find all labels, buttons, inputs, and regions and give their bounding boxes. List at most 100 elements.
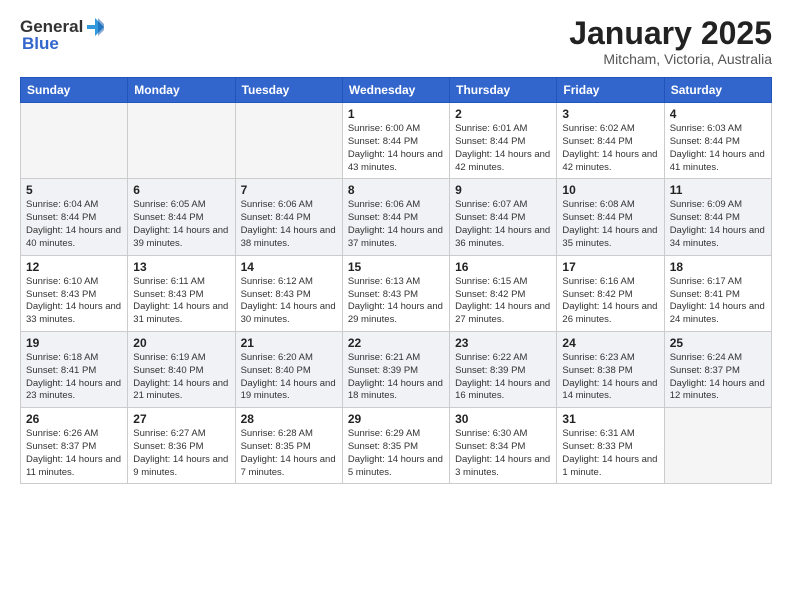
day-cell: 31 Sunrise: 6:31 AMSunset: 8:33 PMDayligh…	[557, 408, 664, 484]
day-info: Sunrise: 6:00 AMSunset: 8:44 PMDaylight:…	[348, 123, 444, 174]
day-number: 28	[241, 412, 337, 426]
day-header-saturday: Saturday	[664, 78, 771, 103]
day-info: Sunrise: 6:24 AMSunset: 8:37 PMDaylight:…	[670, 352, 766, 403]
day-number: 12	[26, 260, 122, 274]
day-info: Sunrise: 6:21 AMSunset: 8:39 PMDaylight:…	[348, 352, 444, 403]
day-info: Sunrise: 6:13 AMSunset: 8:43 PMDaylight:…	[348, 276, 444, 327]
day-cell	[664, 408, 771, 484]
day-number: 25	[670, 336, 766, 350]
day-cell: 15Sunrise: 6:13 AMSunset: 8:43 PMDayligh…	[342, 255, 449, 331]
title-block: January 2025 Mitcham, Victoria, Australi…	[569, 16, 772, 67]
day-cell: 27 Sunrise: 6:27 AMSunset: 8:36 PMDayligh…	[128, 408, 235, 484]
day-cell: 1 Sunrise: 6:00 AMSunset: 8:44 PMDaylight…	[342, 103, 449, 179]
day-number: 13	[133, 260, 229, 274]
day-cell: 17 Sunrise: 6:16 AMSunset: 8:42 PMDayligh…	[557, 255, 664, 331]
day-header-friday: Friday	[557, 78, 664, 103]
day-info: Sunrise: 6:06 AMSunset: 8:44 PMDaylight:…	[241, 199, 337, 250]
week-row-1: 1 Sunrise: 6:00 AMSunset: 8:44 PMDaylight…	[21, 103, 772, 179]
day-info: Sunrise: 6:22 AMSunset: 8:39 PMDaylight:…	[455, 352, 551, 403]
day-cell: 16 Sunrise: 6:15 AMSunset: 8:42 PMDayligh…	[450, 255, 557, 331]
day-cell: 22 Sunrise: 6:21 AMSunset: 8:39 PMDayligh…	[342, 331, 449, 407]
day-number: 17	[562, 260, 658, 274]
day-info: Sunrise: 6:05 AMSunset: 8:44 PMDaylight:…	[133, 199, 229, 250]
day-cell: 8 Sunrise: 6:06 AMSunset: 8:44 PMDaylight…	[342, 179, 449, 255]
day-number: 30	[455, 412, 551, 426]
day-info: Sunrise: 6:26 AMSunset: 8:37 PMDaylight:…	[26, 428, 122, 479]
day-cell: 19 Sunrise: 6:18 AMSunset: 8:41 PMDayligh…	[21, 331, 128, 407]
day-number: 18	[670, 260, 766, 274]
day-cell: 7 Sunrise: 6:06 AMSunset: 8:44 PMDaylight…	[235, 179, 342, 255]
header-row: SundayMondayTuesdayWednesdayThursdayFrid…	[21, 78, 772, 103]
subtitle: Mitcham, Victoria, Australia	[569, 51, 772, 67]
day-number: 5	[26, 183, 122, 197]
day-number: 6	[133, 183, 229, 197]
day-info: Sunrise: 6:30 AMSunset: 8:34 PMDaylight:…	[455, 428, 551, 479]
day-number: 1	[348, 107, 444, 121]
week-row-5: 26 Sunrise: 6:26 AMSunset: 8:37 PMDayligh…	[21, 408, 772, 484]
day-number: 14	[241, 260, 337, 274]
day-number: 26	[26, 412, 122, 426]
day-cell	[235, 103, 342, 179]
day-cell: 6 Sunrise: 6:05 AMSunset: 8:44 PMDaylight…	[128, 179, 235, 255]
day-header-tuesday: Tuesday	[235, 78, 342, 103]
day-info: Sunrise: 6:06 AMSunset: 8:44 PMDaylight:…	[348, 199, 444, 250]
day-cell: 5 Sunrise: 6:04 AMSunset: 8:44 PMDaylight…	[21, 179, 128, 255]
day-info: Sunrise: 6:15 AMSunset: 8:42 PMDaylight:…	[455, 276, 551, 327]
day-number: 2	[455, 107, 551, 121]
day-number: 20	[133, 336, 229, 350]
day-number: 7	[241, 183, 337, 197]
day-info: Sunrise: 6:03 AMSunset: 8:44 PMDaylight:…	[670, 123, 766, 174]
main-title: January 2025	[569, 16, 772, 51]
day-info: Sunrise: 6:07 AMSunset: 8:44 PMDaylight:…	[455, 199, 551, 250]
day-number: 27	[133, 412, 229, 426]
day-number: 31	[562, 412, 658, 426]
week-row-4: 19 Sunrise: 6:18 AMSunset: 8:41 PMDayligh…	[21, 331, 772, 407]
day-info: Sunrise: 6:17 AMSunset: 8:41 PMDaylight:…	[670, 276, 766, 327]
week-row-3: 12 Sunrise: 6:10 AMSunset: 8:43 PMDayligh…	[21, 255, 772, 331]
day-info: Sunrise: 6:16 AMSunset: 8:42 PMDaylight:…	[562, 276, 658, 327]
day-number: 23	[455, 336, 551, 350]
day-info: Sunrise: 6:23 AMSunset: 8:38 PMDaylight:…	[562, 352, 658, 403]
page: General Blue January 2025 Mitcham, Victo…	[0, 0, 792, 612]
day-number: 19	[26, 336, 122, 350]
day-info: Sunrise: 6:28 AMSunset: 8:35 PMDaylight:…	[241, 428, 337, 479]
day-number: 16	[455, 260, 551, 274]
day-cell: 9Sunrise: 6:07 AMSunset: 8:44 PMDaylight…	[450, 179, 557, 255]
day-info: Sunrise: 6:18 AMSunset: 8:41 PMDaylight:…	[26, 352, 122, 403]
day-cell: 11 Sunrise: 6:09 AMSunset: 8:44 PMDayligh…	[664, 179, 771, 255]
logo-flag-icon	[84, 16, 106, 38]
day-info: Sunrise: 6:27 AMSunset: 8:36 PMDaylight:…	[133, 428, 229, 479]
day-cell: 4 Sunrise: 6:03 AMSunset: 8:44 PMDaylight…	[664, 103, 771, 179]
day-cell: 25 Sunrise: 6:24 AMSunset: 8:37 PMDayligh…	[664, 331, 771, 407]
day-info: Sunrise: 6:02 AMSunset: 8:44 PMDaylight:…	[562, 123, 658, 174]
day-number: 11	[670, 183, 766, 197]
day-number: 3	[562, 107, 658, 121]
week-row-2: 5 Sunrise: 6:04 AMSunset: 8:44 PMDaylight…	[21, 179, 772, 255]
day-header-monday: Monday	[128, 78, 235, 103]
day-info: Sunrise: 6:04 AMSunset: 8:44 PMDaylight:…	[26, 199, 122, 250]
day-info: Sunrise: 6:10 AMSunset: 8:43 PMDaylight:…	[26, 276, 122, 327]
day-cell: 12 Sunrise: 6:10 AMSunset: 8:43 PMDayligh…	[21, 255, 128, 331]
logo: General Blue	[20, 16, 107, 54]
day-header-sunday: Sunday	[21, 78, 128, 103]
day-number: 4	[670, 107, 766, 121]
day-cell: 29Sunrise: 6:29 AMSunset: 8:35 PMDayligh…	[342, 408, 449, 484]
day-cell: 18 Sunrise: 6:17 AMSunset: 8:41 PMDayligh…	[664, 255, 771, 331]
day-info: Sunrise: 6:09 AMSunset: 8:44 PMDaylight:…	[670, 199, 766, 250]
day-info: Sunrise: 6:11 AMSunset: 8:43 PMDaylight:…	[133, 276, 229, 327]
day-cell: 13 Sunrise: 6:11 AMSunset: 8:43 PMDayligh…	[128, 255, 235, 331]
day-number: 21	[241, 336, 337, 350]
day-cell: 20Sunrise: 6:19 AMSunset: 8:40 PMDayligh…	[128, 331, 235, 407]
calendar-table: SundayMondayTuesdayWednesdayThursdayFrid…	[20, 77, 772, 484]
day-cell	[128, 103, 235, 179]
day-cell: 2 Sunrise: 6:01 AMSunset: 8:44 PMDaylight…	[450, 103, 557, 179]
day-header-thursday: Thursday	[450, 78, 557, 103]
day-header-wednesday: Wednesday	[342, 78, 449, 103]
day-info: Sunrise: 6:31 AMSunset: 8:33 PMDaylight:…	[562, 428, 658, 479]
day-number: 10	[562, 183, 658, 197]
day-number: 22	[348, 336, 444, 350]
day-info: Sunrise: 6:12 AMSunset: 8:43 PMDaylight:…	[241, 276, 337, 327]
day-info: Sunrise: 6:08 AMSunset: 8:44 PMDaylight:…	[562, 199, 658, 250]
day-info: Sunrise: 6:01 AMSunset: 8:44 PMDaylight:…	[455, 123, 551, 174]
day-number: 8	[348, 183, 444, 197]
